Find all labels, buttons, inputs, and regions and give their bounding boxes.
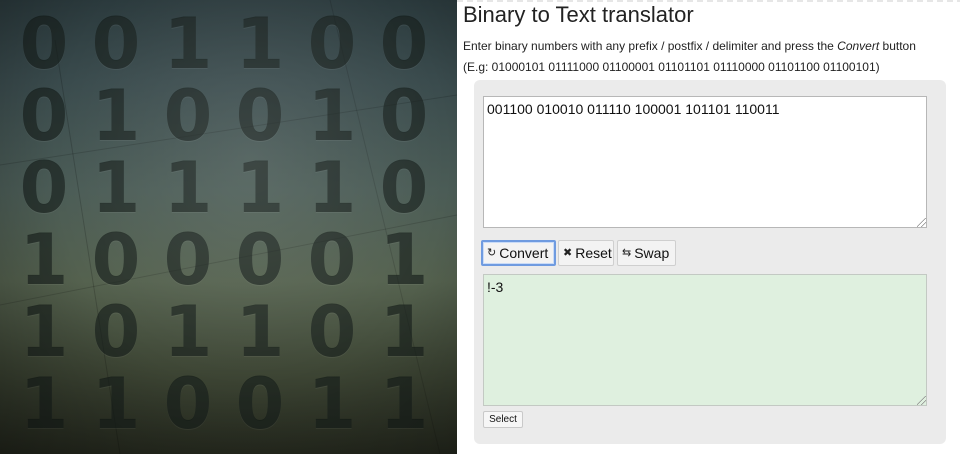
swap-button[interactable]: ⇆ Swap	[617, 240, 676, 266]
output-resize-handle[interactable]	[917, 396, 926, 405]
reset-button[interactable]: ✖ Reset	[558, 240, 614, 266]
instruction-text: Enter binary numbers with any prefix / p…	[463, 39, 916, 53]
input-resize-handle[interactable]	[917, 218, 926, 227]
convert-label: Convert	[499, 245, 549, 261]
select-button[interactable]: Select	[483, 411, 523, 428]
page-title: Binary to Text translator	[463, 2, 694, 27]
convert-button[interactable]: ↻ Convert	[481, 240, 556, 266]
instruction-suffix: button	[879, 39, 916, 53]
binary-input[interactable]: 001100 010010 011110 100001 101101 11001…	[483, 96, 927, 228]
close-icon: ✖	[563, 246, 573, 259]
instruction-emphasis: Convert	[837, 39, 880, 53]
binary-hero-image: 001100010010011110100001101101110011	[0, 0, 457, 454]
swap-icon: ⇆	[622, 246, 632, 259]
text-output[interactable]: !-3	[483, 274, 927, 406]
swap-label: Swap	[634, 245, 670, 261]
reset-label: Reset	[575, 245, 612, 261]
instruction-prefix: Enter binary numbers with any prefix / p…	[463, 39, 838, 53]
refresh-icon: ↻	[487, 246, 497, 259]
example-text: (E.g: 01000101 01111000 01100001 0110110…	[463, 60, 880, 74]
